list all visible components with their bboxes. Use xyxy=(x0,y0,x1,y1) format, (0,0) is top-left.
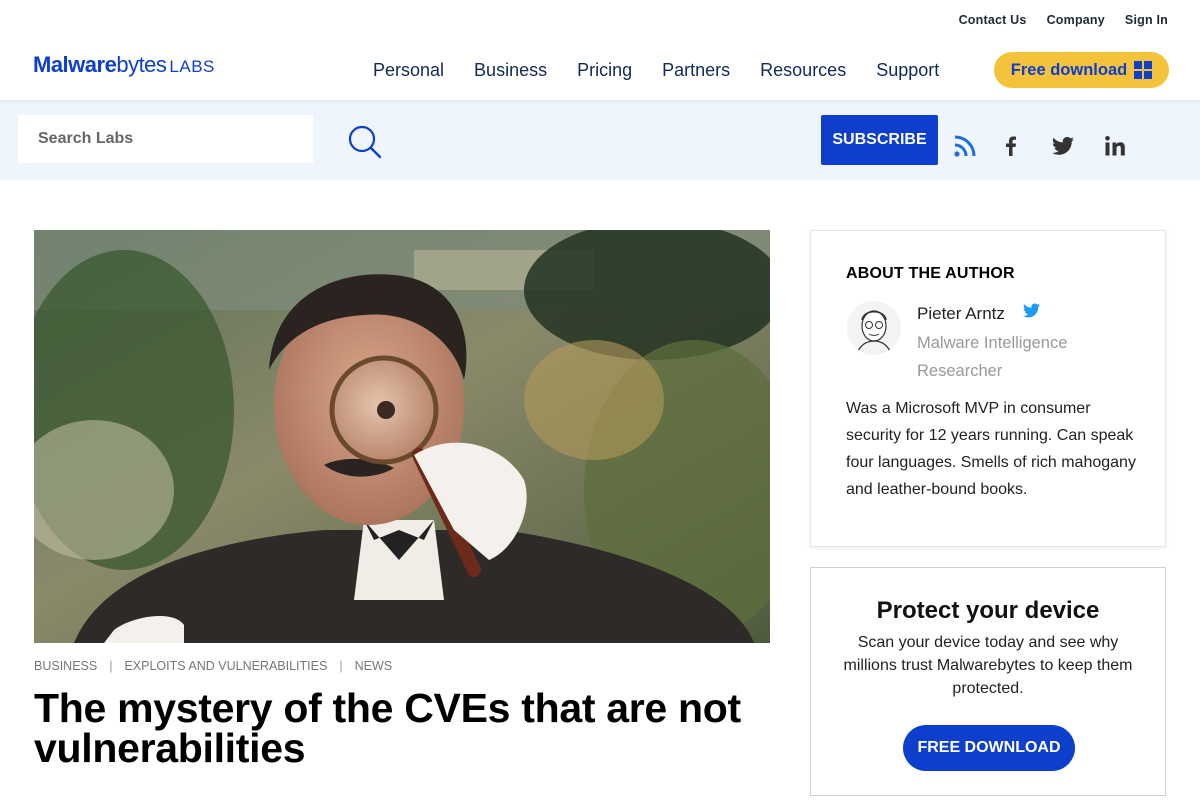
nav-partners[interactable]: Partners xyxy=(662,60,730,81)
article-title: The mystery of the CVEs that are not vul… xyxy=(34,685,741,771)
protect-device-card: Protect your device Scan your device tod… xyxy=(810,567,1166,796)
malwarebytes-labs-logo[interactable]: Malwarebytes LABS xyxy=(33,52,215,78)
free-download-label: Free download xyxy=(1010,60,1128,79)
article-categories: BUSINESS | EXPLOITS AND VULNERABILITIES … xyxy=(34,659,392,673)
author-name[interactable]: Pieter Arntz xyxy=(917,304,1005,324)
main-nav: Personal Business Pricing Partners Resou… xyxy=(373,60,939,81)
author-avatar[interactable] xyxy=(847,301,901,355)
category-separator: | xyxy=(109,659,113,673)
category-exploits[interactable]: EXPLOITS AND VULNERABILITIES xyxy=(124,659,327,673)
windows-icon xyxy=(1134,61,1153,79)
nav-personal[interactable]: Personal xyxy=(373,60,444,81)
rss-icon[interactable] xyxy=(953,134,977,158)
nav-resources[interactable]: Resources xyxy=(760,60,846,81)
facebook-icon[interactable] xyxy=(999,134,1023,158)
search-input[interactable] xyxy=(18,115,313,163)
article-hero-image xyxy=(34,230,770,643)
free-download-button[interactable]: Free download xyxy=(994,52,1169,88)
twitter-icon[interactable] xyxy=(1051,134,1075,158)
logo-labs-suffix: LABS xyxy=(169,57,215,76)
about-author-card: ABOUT THE AUTHOR Pieter Arntz Malware In… xyxy=(810,230,1166,547)
protect-title: Protect your device xyxy=(876,597,1100,624)
subscribe-button[interactable]: SUBSCRIBE xyxy=(821,115,938,165)
company-link[interactable]: Company xyxy=(1047,13,1105,27)
category-separator: | xyxy=(339,659,343,673)
author-twitter-icon[interactable] xyxy=(1023,303,1040,318)
sidebar-free-download-button[interactable]: FREE DOWNLOAD xyxy=(903,725,1075,771)
author-bio: Was a Microsoft MVP in consumer security… xyxy=(846,400,1136,498)
category-business[interactable]: BUSINESS xyxy=(34,659,97,673)
nav-pricing[interactable]: Pricing xyxy=(577,60,632,81)
category-news[interactable]: NEWS xyxy=(355,659,393,673)
logo-brand-bold: Malware xyxy=(33,52,117,77)
author-role: Malware Intelligence Researcher xyxy=(917,334,1068,380)
utility-nav: Contact Us Company Sign In xyxy=(959,13,1168,27)
labs-toolbar: SUBSCRIBE xyxy=(0,100,1200,180)
logo-wordmark: Malwarebytes xyxy=(33,52,167,78)
protect-text: Scan your device today and see why milli… xyxy=(843,634,1133,697)
nav-business[interactable]: Business xyxy=(474,60,547,81)
logo-brand-light: bytes xyxy=(116,52,167,77)
site-header: Contact Us Company Sign In Malwarebytes … xyxy=(0,0,1200,100)
nav-support[interactable]: Support xyxy=(876,60,939,81)
linkedin-icon[interactable] xyxy=(1103,134,1127,158)
contact-us-link[interactable]: Contact Us xyxy=(959,13,1027,27)
about-author-heading: ABOUT THE AUTHOR xyxy=(846,265,1015,282)
search-icon[interactable] xyxy=(348,125,382,159)
sign-in-link[interactable]: Sign In xyxy=(1125,13,1168,27)
